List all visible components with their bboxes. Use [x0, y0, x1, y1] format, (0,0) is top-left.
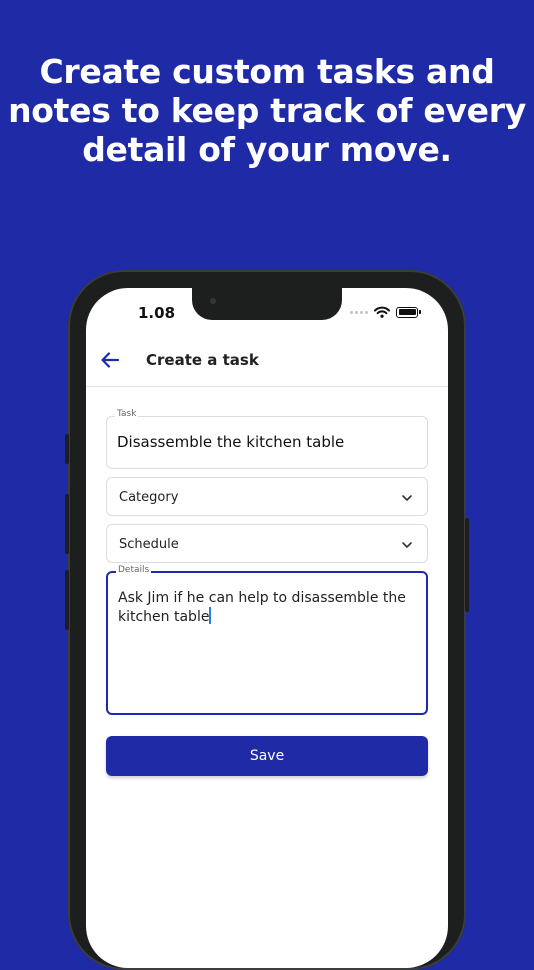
- arrow-left-icon[interactable]: [100, 350, 120, 370]
- details-textarea[interactable]: Details Ask Jim if he can help to disass…: [106, 565, 428, 715]
- details-text-value: Ask Jim if he can help to disassemble th…: [118, 590, 406, 625]
- schedule-select[interactable]: Schedule: [106, 524, 428, 563]
- promo-headline: Create custom tasks and notes to keep tr…: [8, 52, 526, 169]
- wifi-icon: [374, 306, 390, 318]
- chevron-down-icon: [402, 542, 412, 548]
- save-button[interactable]: Save: [106, 736, 428, 776]
- status-time: 1.08: [138, 304, 176, 322]
- notch: [192, 288, 342, 320]
- phone-screen: 1.08 Create a task Task Disassemble the …: [86, 288, 448, 968]
- phone-silent-switch: [65, 434, 69, 464]
- category-select-label: Category: [119, 490, 179, 505]
- page-title: Create a task: [146, 351, 259, 369]
- status-icons: [350, 306, 421, 318]
- details-text[interactable]: Ask Jim if he can help to disassemble th…: [118, 589, 418, 626]
- task-field-label: Task: [115, 409, 139, 419]
- text-caret: [209, 607, 211, 624]
- phone-volume-up: [65, 494, 69, 554]
- front-camera: [210, 298, 216, 304]
- battery-icon: [396, 306, 421, 318]
- signal-icon: [350, 310, 368, 314]
- chevron-down-icon: [402, 495, 412, 501]
- category-select[interactable]: Category: [106, 477, 428, 516]
- phone-power-button: [465, 518, 469, 612]
- phone-volume-down: [65, 570, 69, 630]
- task-field[interactable]: Task Disassemble the kitchen table: [106, 409, 428, 469]
- app-bar: Create a task: [86, 338, 448, 387]
- schedule-select-label: Schedule: [119, 537, 179, 552]
- details-field-label: Details: [116, 565, 152, 575]
- task-field-value[interactable]: Disassemble the kitchen table: [117, 433, 344, 451]
